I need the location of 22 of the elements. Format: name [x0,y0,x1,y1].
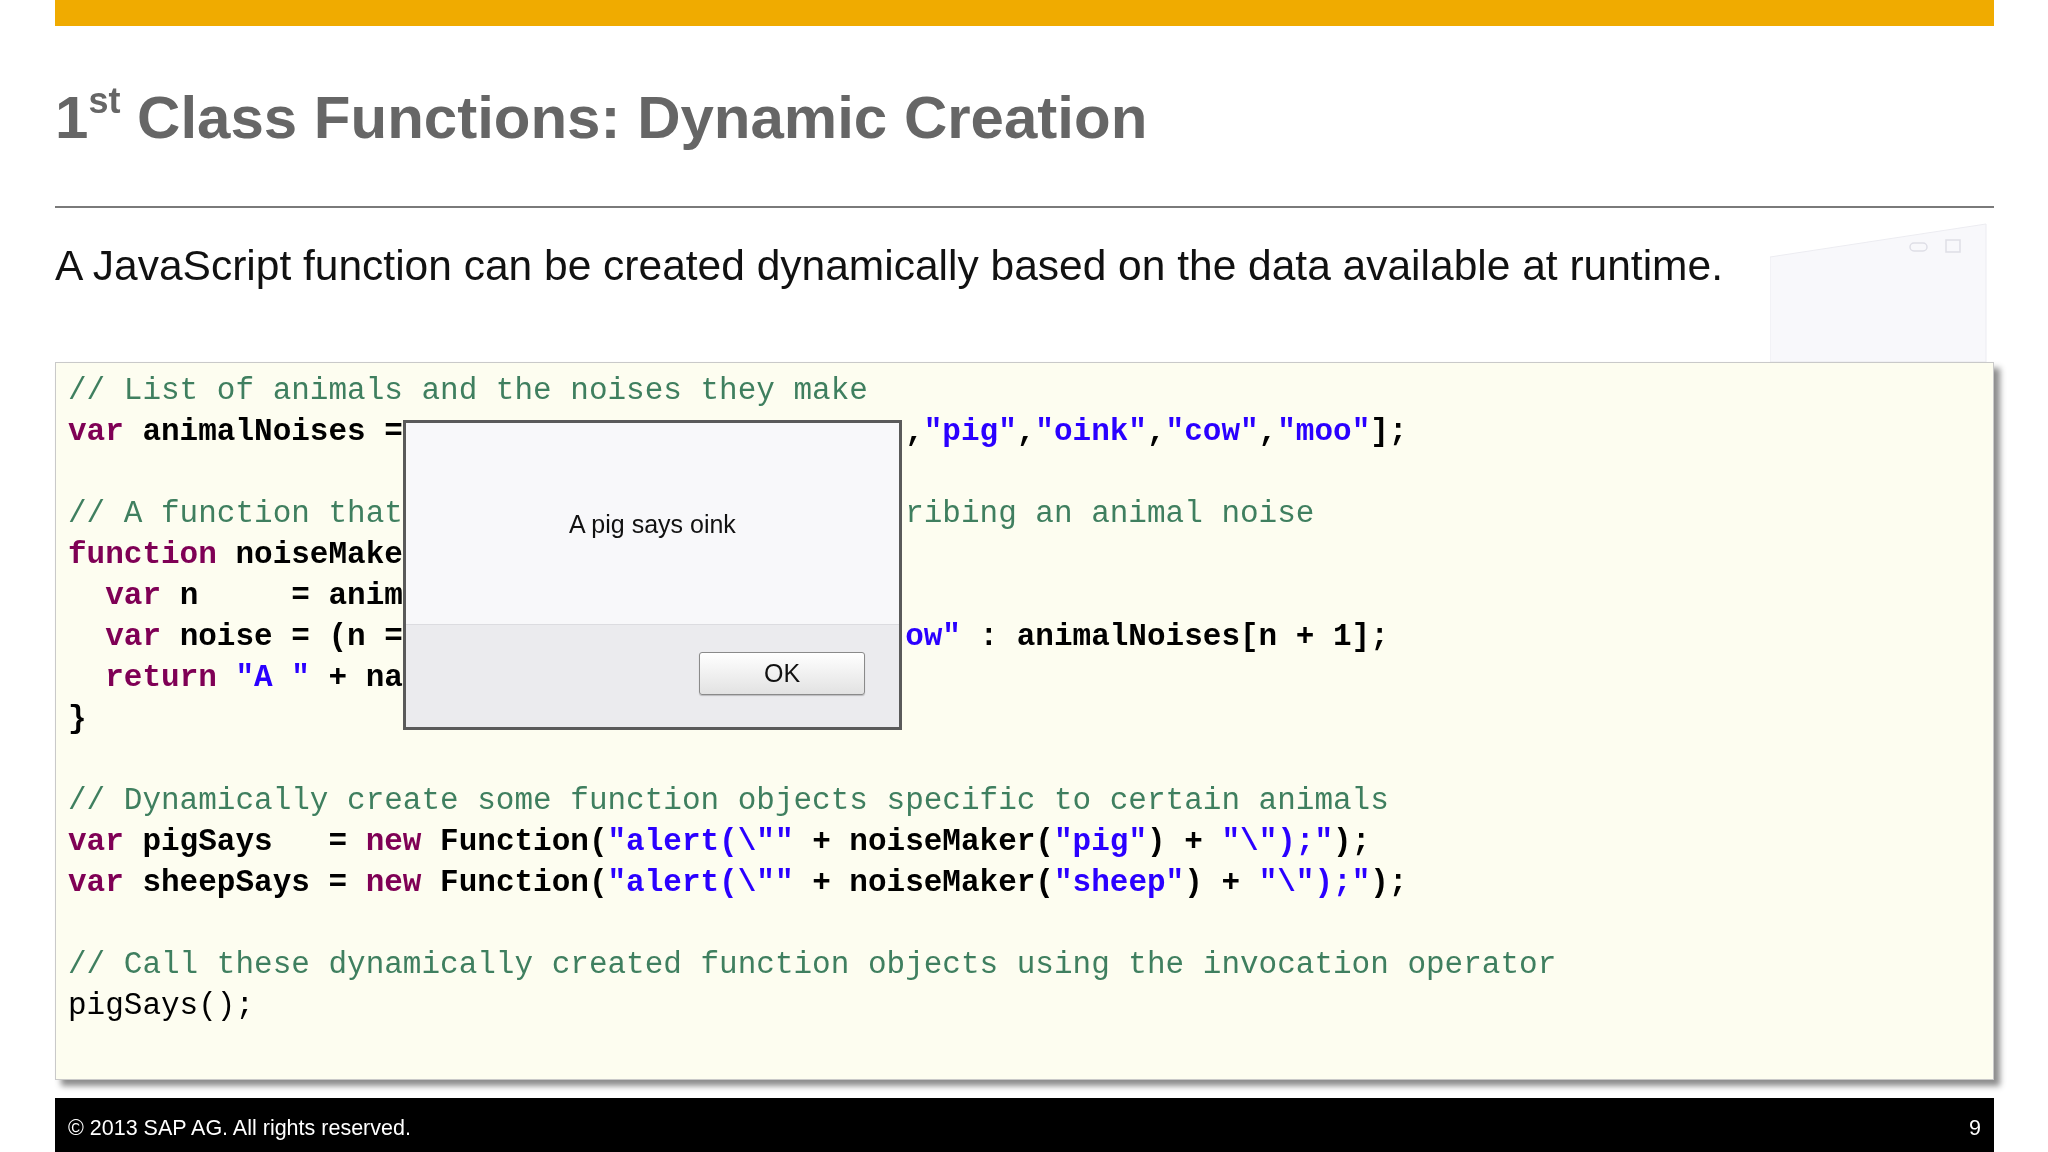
code-line-fragment: ribing an animal noise [905,495,1316,533]
code-line: // Call these dynamically created function objects using the invocation operator [68,946,1557,984]
code-line: pigSays(); [68,987,255,1025]
code-line: var pigSays = new Function("alert(\"" + noiseMaker("pig") + "\");"); [68,823,1371,861]
slide-title: 1$^{st}$ Class Functions: Dynamic Creation [55,85,1148,151]
copyright-text: © 2013 SAP AG. All rights reserved. [68,1115,411,1141]
code-line: // List of animals and the noises they make [68,372,868,410]
code-line: // Dynamically create some function objects specific to certain animals [68,782,1389,820]
code-line-fragment: ,"pig","oink","cow","moo"]; [905,413,1409,451]
page-number: 9 [1969,1115,1981,1141]
code-line: var noise = (n = [105,618,403,656]
ok-button[interactable]: OK [699,652,866,695]
code-line: var animalNoises = [68,413,403,451]
code-line: function noiseMake [68,536,403,574]
code-line: var n = anim [105,577,403,615]
code-line: var sheepSays = new Function("alert(\"" + noiseMaker("sheep") + "\");"); [68,864,1408,902]
code-line: // A function that [68,495,403,533]
slide-subtitle: A JavaScript function can be created dynamically based on the data available at runtime. [55,241,1723,291]
code-line-fragment: ow" : animalNoises[n + 1]; [905,618,1390,656]
alert-message: A pig says oink [569,508,736,539]
code-line: } [68,700,87,738]
code-line: return "A " + na [105,659,403,697]
